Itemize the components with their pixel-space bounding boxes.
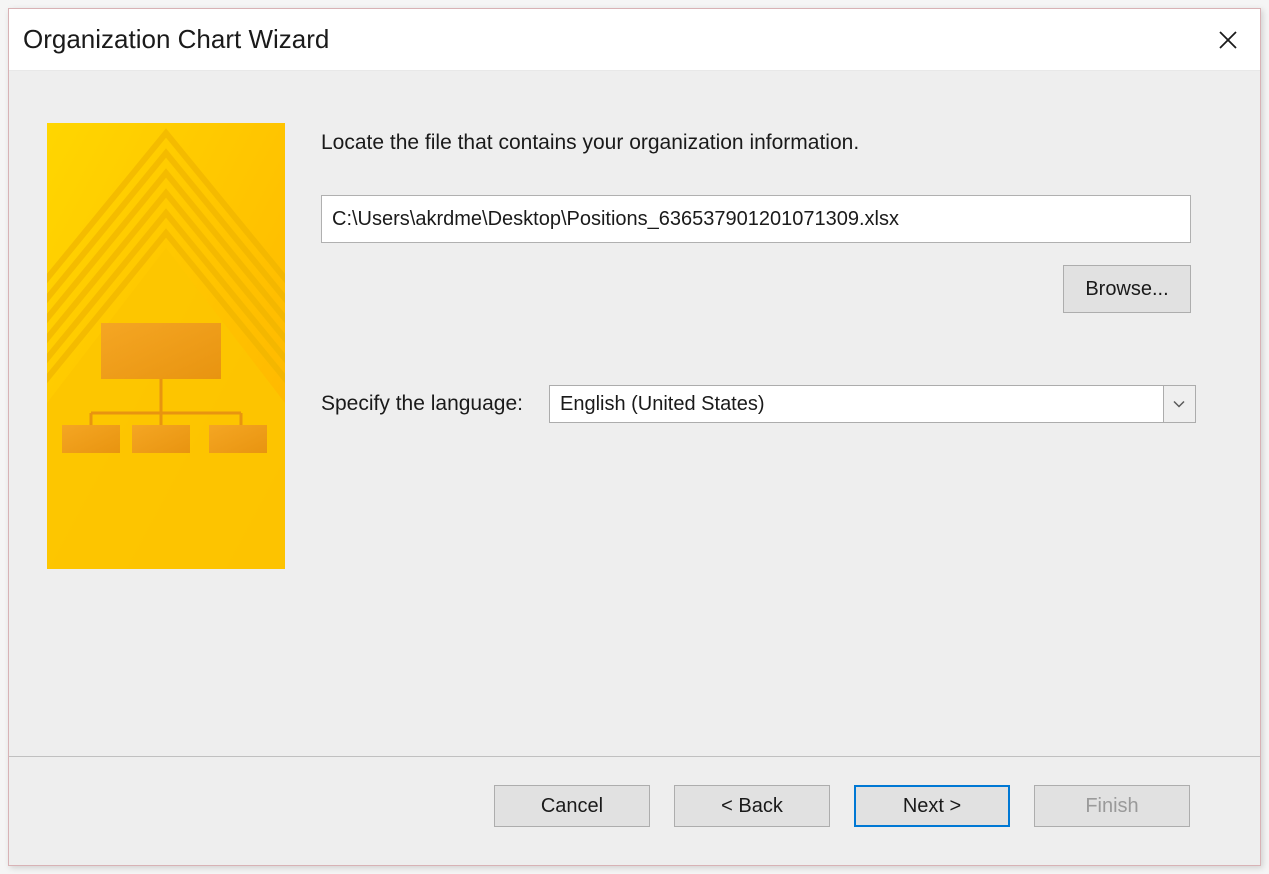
dialog-body: Locate the file that contains your organ… xyxy=(9,71,1260,865)
language-dropdown-button[interactable] xyxy=(1163,386,1195,422)
back-button[interactable]: < Back xyxy=(674,785,830,827)
browse-row: Browse... xyxy=(321,265,1191,313)
file-path-input[interactable] xyxy=(321,195,1191,243)
content-area: Locate the file that contains your organ… xyxy=(9,71,1260,756)
chevron-down-icon xyxy=(1173,400,1185,408)
language-row: Specify the language: English (United St… xyxy=(321,385,1222,423)
next-button[interactable]: Next > xyxy=(854,785,1010,827)
cancel-button[interactable]: Cancel xyxy=(494,785,650,827)
titlebar: Organization Chart Wizard xyxy=(9,9,1260,71)
dialog-title: Organization Chart Wizard xyxy=(23,24,329,55)
wizard-dialog: Organization Chart Wizard xyxy=(8,8,1261,866)
footer: Cancel < Back Next > Finish xyxy=(9,756,1260,865)
language-select[interactable]: English (United States) xyxy=(549,385,1196,423)
language-label: Specify the language: xyxy=(321,392,523,416)
wizard-illustration xyxy=(47,123,285,569)
finish-button: Finish xyxy=(1034,785,1190,827)
instruction-text: Locate the file that contains your organ… xyxy=(321,131,1222,155)
language-value: English (United States) xyxy=(550,393,1163,416)
form-area: Locate the file that contains your organ… xyxy=(321,123,1222,756)
close-icon xyxy=(1218,30,1238,50)
browse-button[interactable]: Browse... xyxy=(1063,265,1191,313)
close-button[interactable] xyxy=(1210,22,1246,58)
